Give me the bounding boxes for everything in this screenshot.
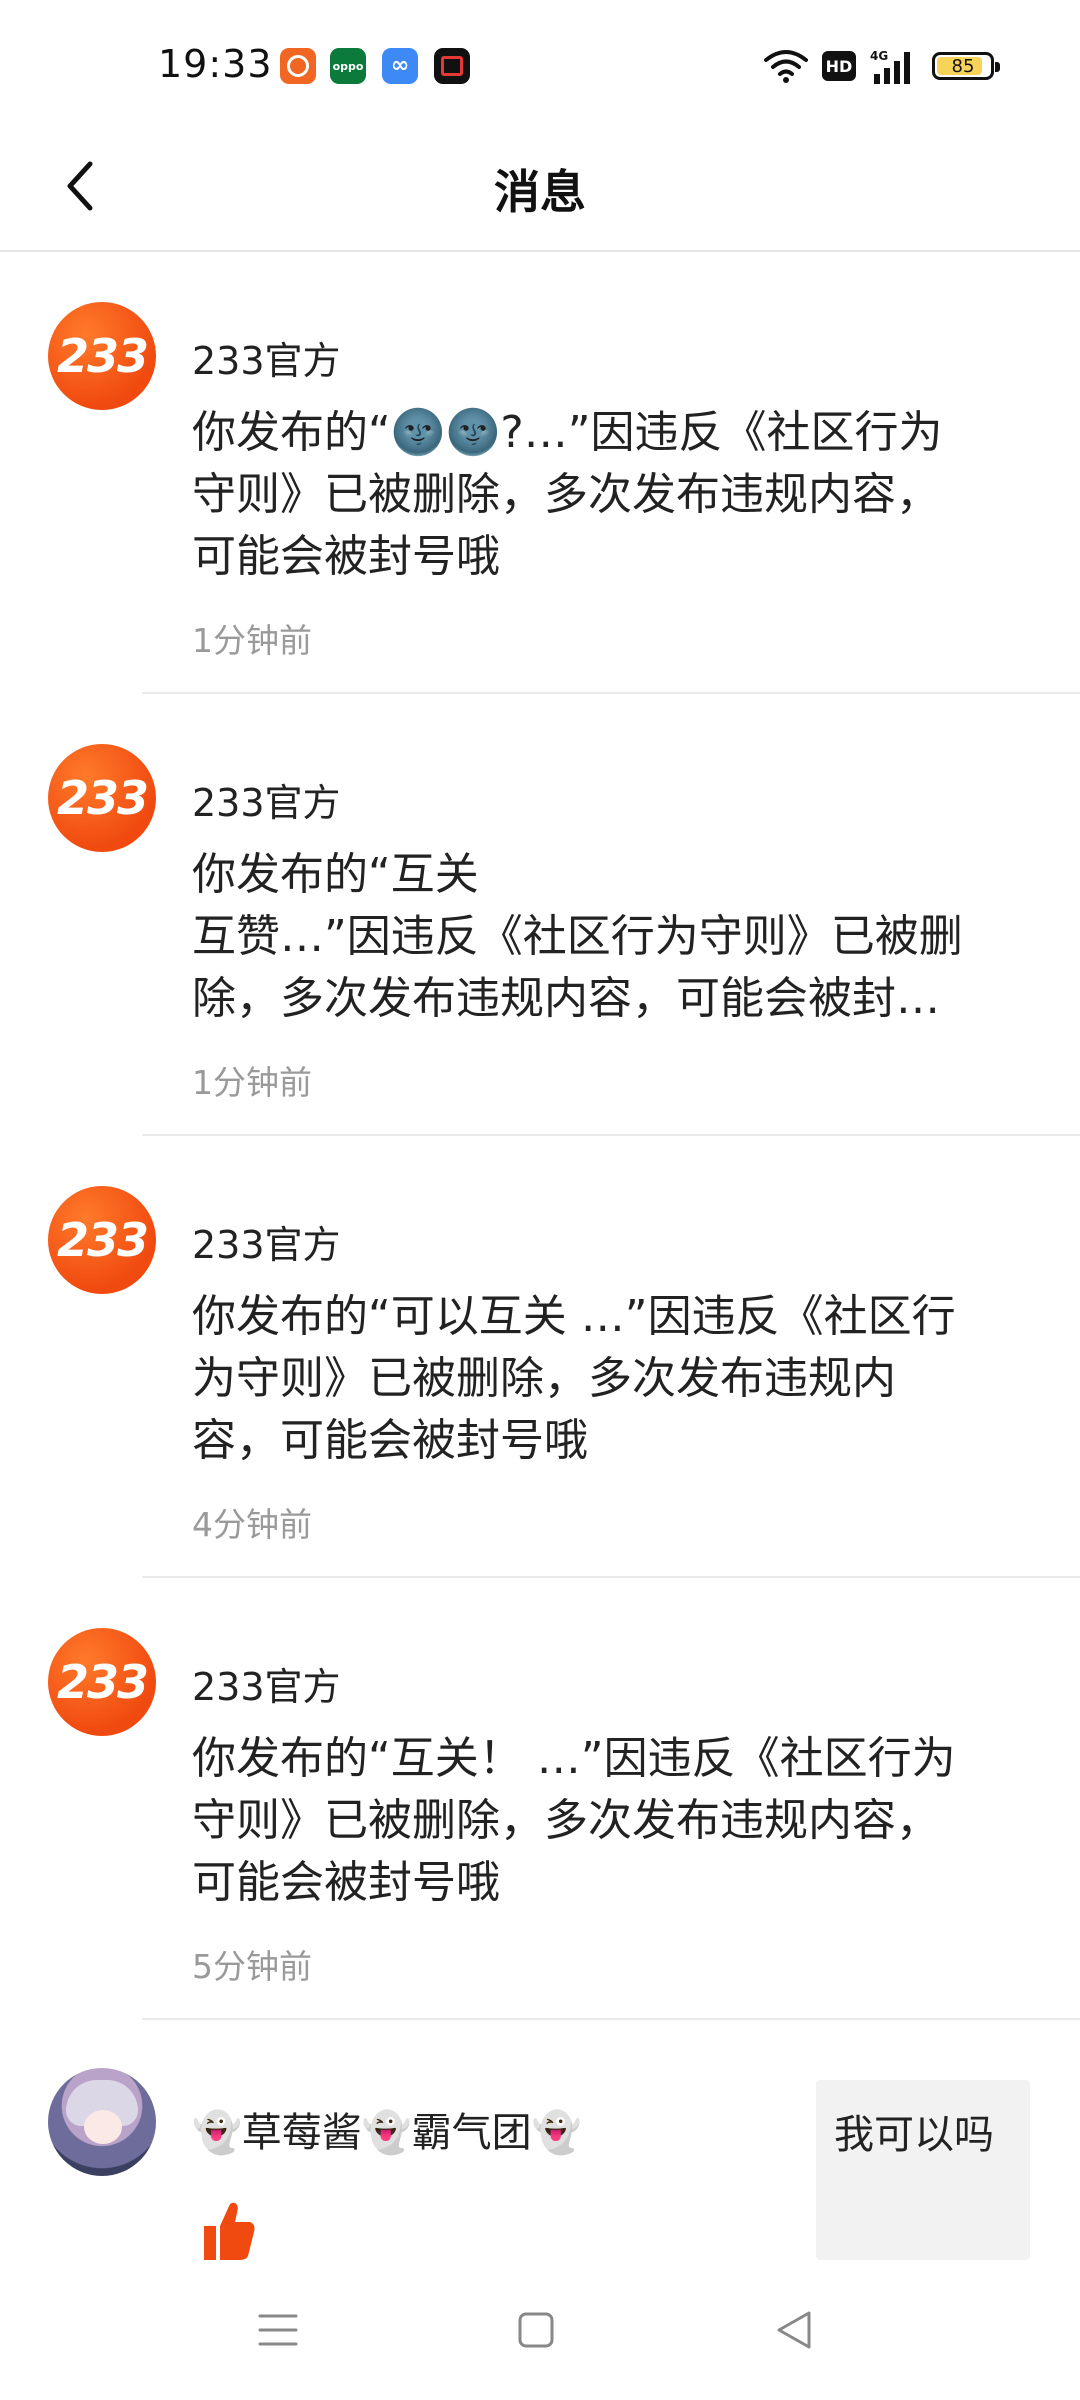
system-nav-bar <box>0 2260 1080 2400</box>
message-item[interactable]: 233 233官方 你发布的“互关！ …”因违反《社区行为守则》已被删除，多次发… <box>0 1578 1080 2020</box>
message-time: 5分钟前 <box>192 1947 312 1986</box>
avatar-face <box>84 2110 122 2144</box>
quoted-post-card[interactable]: 我可以吗 <box>816 2080 1030 2260</box>
recent-apps-button[interactable] <box>246 2298 310 2362</box>
thumbs-up-icon <box>204 2202 255 2260</box>
status-time: 19:33 <box>158 42 273 86</box>
oppo-icon: oppo <box>330 48 366 84</box>
sender-name: 233官方 <box>192 1223 341 1267</box>
user-name[interactable]: 👻草莓酱👻霸气团👻 <box>192 2100 581 2158</box>
official-avatar[interactable]: 233 <box>48 302 156 410</box>
sender-name: 233官方 <box>192 781 341 825</box>
header: 消息 <box>0 130 1080 252</box>
like-notification-item[interactable]: 👻草莓酱👻霸气团👻 我可以吗 <box>0 2020 1080 2260</box>
back-triangle-icon <box>777 2311 811 2349</box>
message-item[interactable]: 233 233官方 你发布的“可以互关 …”因违反《社区行为守则》已被删除，多次… <box>0 1136 1080 1578</box>
sender-name: 233官方 <box>192 1665 341 1709</box>
home-button[interactable] <box>504 2298 568 2362</box>
page-title: 消息 <box>494 165 586 219</box>
message-content: 你发布的“互关！ …”因违反《社区行为守则》已被删除，多次发布违规内容，可能会被… <box>192 1733 956 1908</box>
system-back-button[interactable] <box>762 2298 826 2362</box>
battery-text: 85 <box>951 55 975 77</box>
message-content: 你发布的“可以互关 …”因违反《社区行为守则》已被删除，多次发布违规内容，可能会… <box>192 1291 956 1466</box>
message-time: 1分钟前 <box>192 621 312 660</box>
official-avatar[interactable]: 233 <box>48 1186 156 1294</box>
quoted-text: 我可以吗 <box>834 2112 994 2158</box>
message-item[interactable]: 233 233官方 你发布的“🌚🌚?…”因违反《社区行为守则》已被删除，多次发布… <box>0 252 1080 694</box>
battery-icon: 85 <box>932 52 1000 80</box>
signal-icon: 4G <box>870 49 910 84</box>
message-item[interactable]: 233 233官方 你发布的“互关 互赞…”因违反《社区行为守则》已被删除，多次… <box>0 694 1080 1136</box>
message-time: 1分钟前 <box>192 1063 312 1102</box>
message-list[interactable]: 233 233官方 你发布的“🌚🌚?…”因违反《社区行为守则》已被删除，多次发布… <box>0 252 1080 2260</box>
photo-icon <box>280 48 316 84</box>
message-content: 你发布的“🌚🌚?…”因违反《社区行为守则》已被删除，多次发布违规内容，可能会被封… <box>192 407 943 582</box>
official-avatar[interactable]: 233 <box>48 744 156 852</box>
sender-name: 233官方 <box>192 339 341 383</box>
message-content: 你发布的“互关 互赞…”因违反《社区行为守则》已被删除，多次发布违规内容，可能会… <box>192 849 963 1024</box>
official-avatar[interactable]: 233 <box>48 1628 156 1736</box>
home-square-icon <box>518 2312 554 2348</box>
oppo-label: oppo <box>332 59 364 73</box>
hd-icon: HD <box>822 51 856 81</box>
cloud-link-icon <box>382 48 418 84</box>
wifi-icon <box>764 50 808 83</box>
system-icons: HD 4G 85 <box>764 46 1000 86</box>
message-time: 4分钟前 <box>192 1505 312 1544</box>
menu-icon <box>258 2314 298 2346</box>
user-avatar[interactable] <box>48 2068 156 2176</box>
network-label: 4G <box>870 49 888 63</box>
status-bar: 19:33 oppo HD 4G 85 <box>0 0 1080 130</box>
screen-record-icon <box>434 48 470 84</box>
